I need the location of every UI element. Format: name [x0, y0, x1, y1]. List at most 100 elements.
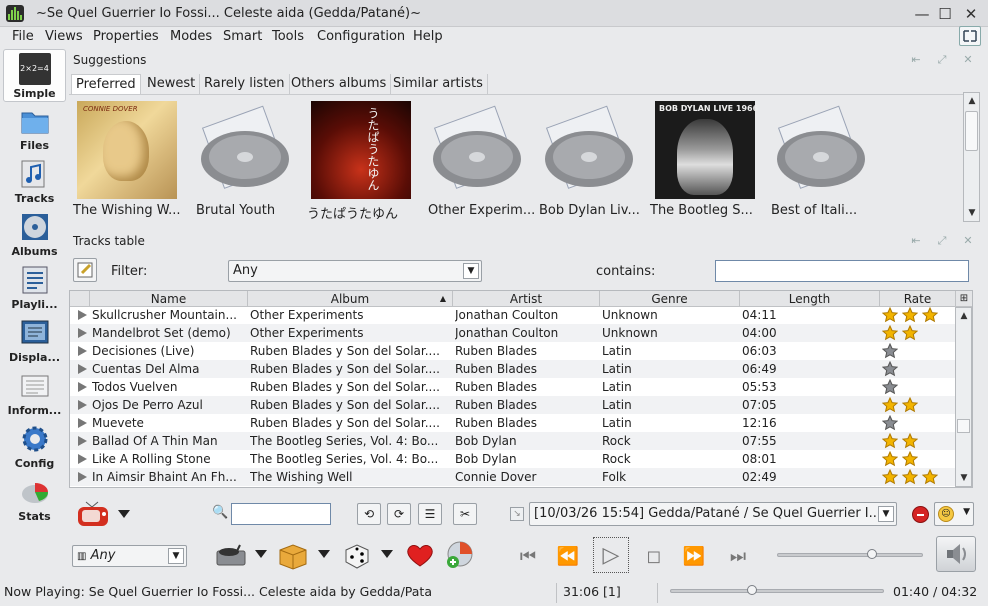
sidebar-item-information[interactable]: Inform... [3, 367, 66, 420]
play-row-icon[interactable] [78, 310, 87, 320]
previous-track-button[interactable]: ⏪ [551, 542, 585, 572]
table-row[interactable]: Like A Rolling Stone The Bootleg Series, … [70, 450, 956, 468]
sidebar-item-display[interactable]: Displa... [3, 314, 66, 367]
mood-select[interactable]: 😐 ▼ [934, 502, 974, 526]
album-item[interactable]: Brutal Youth [187, 101, 305, 221]
star-filled-icon[interactable] [882, 325, 898, 341]
volume-slider[interactable] [777, 549, 923, 559]
stop-button[interactable]: ◻ [637, 542, 671, 572]
album-item[interactable]: CONNIE DOVER The Wishing W... [69, 101, 187, 221]
edit-filter-button[interactable] [73, 258, 97, 282]
album-item[interactable]: BOB DYLAN LIVE 1966 The Bootleg S... [645, 101, 763, 221]
sidebar-item-playlists[interactable]: Playli... [3, 261, 66, 314]
stop-icon[interactable] [912, 506, 929, 523]
star-filled-icon[interactable] [922, 307, 938, 323]
previous-album-button[interactable]: ⏮ [511, 542, 545, 572]
menu-modes[interactable]: Modes [170, 29, 212, 44]
table-scrollbar[interactable]: ▲ ▼ [955, 307, 972, 487]
sidebar-item-simple[interactable]: 2×2=4 Simple [3, 49, 66, 102]
sidebar-item-config[interactable]: Config [3, 420, 66, 473]
repeat-button[interactable]: ⟲ [357, 503, 381, 525]
maximize-button[interactable]: ☐ [935, 4, 955, 24]
menu-views[interactable]: Views [45, 29, 83, 44]
play-row-icon[interactable] [78, 454, 87, 464]
table-row[interactable]: Decisiones (Live) Ruben Blades y Son del … [70, 342, 956, 360]
star-filled-icon[interactable] [902, 451, 918, 467]
scroll-up-icon[interactable]: ▲ [956, 308, 972, 324]
menu-smart[interactable]: Smart [223, 29, 262, 44]
box-button[interactable] [276, 540, 310, 570]
history-icon[interactable]: ↘ [510, 507, 524, 521]
star-filled-icon[interactable] [902, 469, 918, 485]
contains-input[interactable] [715, 260, 969, 282]
turntable-button[interactable] [214, 540, 248, 570]
dropdown-arrow-icon[interactable] [118, 510, 130, 518]
menu-configuration[interactable]: Configuration [317, 29, 405, 44]
star-empty-icon[interactable] [882, 415, 898, 431]
star-filled-icon[interactable] [902, 325, 918, 341]
add-to-queue-button[interactable] [443, 540, 477, 570]
star-filled-icon[interactable] [902, 307, 918, 323]
star-empty-icon[interactable] [882, 361, 898, 377]
play-row-icon[interactable] [78, 436, 87, 446]
star-filled-icon[interactable] [882, 307, 898, 323]
close-panel-icon[interactable]: ✕ [961, 234, 975, 248]
tab-newest[interactable]: Newest [143, 74, 201, 94]
dropdown-arrow-icon[interactable] [381, 550, 393, 558]
col-album[interactable]: Album ▲ [248, 291, 453, 307]
table-row[interactable]: Cuentas Del Alma Ruben Blades y Son del S… [70, 360, 956, 378]
menu-file[interactable]: File [12, 29, 34, 44]
table-row[interactable]: In Aimsir Bhaint An Fh... The Wishing Wel… [70, 468, 956, 486]
table-row[interactable]: Mandelbrot Set (demo) Other Experiments Jo… [70, 324, 956, 342]
suggestions-scrollbar[interactable]: ▲ ▼ [963, 92, 980, 222]
cut-button[interactable]: ✂ [453, 503, 477, 525]
star-filled-icon[interactable] [882, 397, 898, 413]
star-filled-icon[interactable] [882, 469, 898, 485]
ambience-select[interactable]: ▥ Any ▼ [72, 545, 187, 567]
history-select[interactable]: [10/03/26 15:54] Gedda/Patané / Se Quel … [529, 502, 897, 526]
table-row[interactable]: Skullcrusher Mountain... Other Experiment… [70, 306, 956, 324]
sidebar-item-stats[interactable]: Stats [3, 473, 66, 526]
repeat-all-button[interactable]: ⟳ [387, 503, 411, 525]
menu-properties[interactable]: Properties [93, 29, 159, 44]
col-artist[interactable]: Artist [453, 291, 600, 307]
column-config-icon[interactable]: ⊞ [956, 291, 972, 307]
scroll-down-icon[interactable]: ▼ [964, 205, 980, 221]
play-row-icon[interactable] [78, 418, 87, 428]
sidebar-item-files[interactable]: Files [3, 102, 66, 155]
sort-button[interactable]: ☰ [418, 503, 442, 525]
position-knob[interactable] [747, 585, 758, 595]
scroll-thumb[interactable] [965, 111, 978, 151]
star-filled-icon[interactable] [902, 397, 918, 413]
menu-tools[interactable]: Tools [272, 29, 304, 44]
col-length[interactable]: Length [740, 291, 880, 307]
tab-similar-artists[interactable]: Similar artists [389, 74, 488, 94]
star-filled-icon[interactable] [882, 433, 898, 449]
tab-rarely-listen[interactable]: Rarely listen [200, 74, 290, 94]
close-button[interactable]: ✕ [961, 4, 981, 24]
tab-preferred[interactable]: Preferred [71, 74, 141, 94]
play-row-icon[interactable] [78, 400, 87, 410]
close-panel-icon[interactable]: ✕ [961, 53, 975, 67]
table-row[interactable]: Ballad Of A Thin Man The Bootleg Series, … [70, 432, 956, 450]
random-button[interactable] [340, 540, 374, 570]
col-play[interactable] [70, 291, 90, 307]
mute-button[interactable] [936, 536, 976, 572]
play-button[interactable]: ▷ [593, 537, 629, 573]
table-row[interactable]: Muevete Ruben Blades y Son del Solar.... R… [70, 414, 956, 432]
col-name[interactable]: Name [90, 291, 248, 307]
star-empty-icon[interactable] [882, 343, 898, 359]
maximize-panel-icon[interactable]: ⤢ [935, 53, 949, 67]
favorite-button[interactable] [403, 540, 437, 570]
pin-icon[interactable]: ⇤ [909, 234, 923, 248]
position-slider[interactable] [670, 585, 884, 595]
maximize-panel-icon[interactable]: ⤢ [935, 234, 949, 248]
menu-help[interactable]: Help [413, 29, 443, 44]
sidebar-item-albums[interactable]: Albums [3, 208, 66, 261]
sidebar-item-tracks[interactable]: Tracks [3, 155, 66, 208]
tab-others-albums[interactable]: Others albums [287, 74, 392, 94]
star-filled-icon[interactable] [902, 433, 918, 449]
pin-icon[interactable]: ⇤ [909, 53, 923, 67]
search-input[interactable] [231, 503, 331, 525]
filter-select[interactable]: Any ▼ [228, 260, 482, 282]
